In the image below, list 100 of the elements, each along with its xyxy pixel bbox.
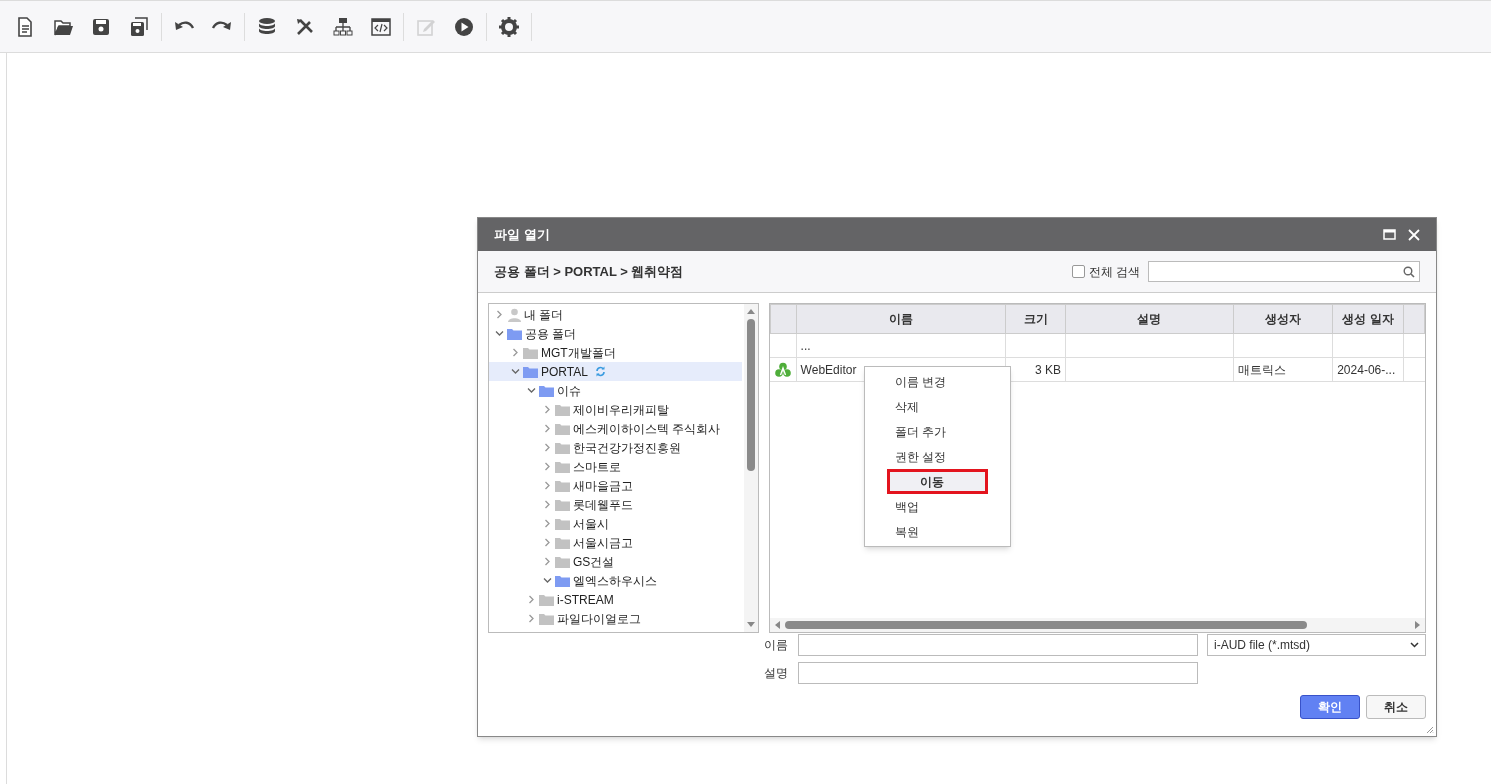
folder-icon: [555, 403, 570, 416]
tree-item-label: GS건설: [573, 553, 615, 571]
tree-item[interactable]: PORTAL: [489, 362, 742, 381]
menu-item[interactable]: 삭제: [864, 394, 1010, 419]
chevron-right-icon[interactable]: [495, 310, 504, 319]
chevron-right-icon[interactable]: [543, 443, 552, 452]
menu-item[interactable]: 복원: [864, 519, 1010, 544]
tree-item-label: 새마을금고: [573, 477, 633, 495]
refresh-icon[interactable]: [594, 366, 606, 377]
chevron-right-icon[interactable]: [527, 595, 536, 604]
search-icon[interactable]: [1403, 265, 1415, 278]
table-cell: 3 KB: [1035, 362, 1062, 377]
tree-item[interactable]: 이슈: [489, 381, 742, 400]
tree-item[interactable]: MGT개발폴더: [489, 343, 742, 362]
folder-icon: [555, 479, 570, 492]
description-field[interactable]: [798, 662, 1198, 684]
confirm-button[interactable]: 확인: [1300, 695, 1360, 719]
tree-item[interactable]: 새마을금고: [489, 476, 742, 495]
tree-item[interactable]: 서울시: [489, 514, 742, 533]
tree-item[interactable]: 파일다이얼로그: [489, 609, 742, 628]
chevron-right-icon[interactable]: [543, 481, 552, 490]
folder-icon: [539, 612, 554, 625]
column-header[interactable]: 생성 일자: [1332, 304, 1404, 334]
scrollbar-thumb[interactable]: [746, 319, 755, 471]
column-header[interactable]: 설명: [1065, 304, 1234, 334]
tree-item-label: MGT개발폴더: [541, 344, 616, 362]
menu-item[interactable]: 권한 설정: [864, 444, 1010, 469]
scroll-right-icon[interactable]: [1414, 620, 1422, 630]
chevron-right-icon[interactable]: [543, 519, 552, 528]
folder-icon: [555, 422, 570, 435]
scrollbar-thumb[interactable]: [784, 621, 1307, 629]
chevron-down-icon[interactable]: [1410, 642, 1419, 648]
folder-icon: [507, 327, 522, 340]
folder-icon: [523, 365, 538, 378]
hierarchy-icon[interactable]: [332, 15, 354, 38]
scroll-up-icon[interactable]: [745, 307, 756, 315]
tree-item-label: 엘엑스하우시스: [573, 572, 657, 590]
chevron-right-icon[interactable]: [543, 500, 552, 509]
column-header[interactable]: 크기: [1005, 304, 1066, 334]
folder-icon: [555, 574, 570, 587]
tree-item-label: 제이비우리캐피탈: [573, 401, 669, 419]
chevron-right-icon[interactable]: [511, 348, 520, 357]
tree-item[interactable]: 롯데웰푸드: [489, 495, 742, 514]
tree-item[interactable]: 공용 폴더: [489, 324, 742, 343]
table-cell: 매트릭스: [1237, 362, 1286, 377]
tree-item-label: 서울시: [573, 515, 609, 533]
tree-item[interactable]: 엘엑스하우시스: [489, 571, 742, 590]
maximize-icon[interactable]: [1383, 229, 1396, 240]
folder-icon: [555, 441, 570, 454]
tree-item-label: 서울시금고: [573, 534, 633, 552]
folder-icon: [555, 517, 570, 530]
search-field[interactable]: [1148, 261, 1420, 282]
tree-item-label: 롯데웰푸드: [573, 496, 633, 514]
horizontal-scrollbar[interactable]: [769, 618, 1425, 632]
save-all-icon[interactable]: [128, 15, 150, 38]
close-icon[interactable]: [1408, 228, 1420, 241]
cancel-button[interactable]: 취소: [1366, 695, 1426, 719]
name-label: 이름: [764, 637, 789, 654]
chevron-right-icon[interactable]: [543, 538, 552, 547]
menu-item[interactable]: 백업: [864, 494, 1010, 519]
column-header[interactable]: 생성자: [1233, 304, 1333, 334]
tree-item[interactable]: i-STREAM: [489, 590, 742, 609]
search-all-label: 전체 검색: [1088, 263, 1140, 281]
table-cell: WebEditor: [800, 362, 857, 377]
tree-item-label: i-STREAM: [557, 591, 614, 609]
chevron-right-icon[interactable]: [527, 614, 536, 623]
search-all-checkbox[interactable]: [1071, 265, 1085, 278]
description-label: 설명: [764, 665, 789, 682]
tree-item[interactable]: 스마트로: [489, 457, 742, 476]
tree-item[interactable]: GS건설: [489, 552, 742, 571]
tree-item[interactable]: 서울시금고: [489, 533, 742, 552]
file-type-select[interactable]: i-AUD file (*.mtsd): [1207, 634, 1426, 656]
tree-item[interactable]: 한국건강가정진흥원: [489, 438, 742, 457]
chevron-right-icon[interactable]: [543, 462, 552, 471]
resize-grip-icon[interactable]: [1426, 726, 1434, 734]
column-header[interactable]: 이름: [796, 304, 1006, 334]
tree-item[interactable]: 에스케이하이스텍 주식회사: [489, 419, 742, 438]
tree-item-label: 에스케이하이스텍 주식회사: [573, 420, 721, 438]
scroll-down-icon[interactable]: [745, 621, 756, 629]
folder-icon: [555, 555, 570, 568]
tree-item[interactable]: 내 폴더: [489, 305, 742, 324]
tree-item-label: 스마트로: [573, 458, 621, 476]
tree-item-label: PORTAL: [541, 363, 588, 381]
vertical-scrollbar[interactable]: [743, 304, 758, 632]
menu-item[interactable]: 이동: [886, 469, 988, 494]
settings-icon[interactable]: [498, 15, 520, 38]
menu-item[interactable]: 폴더 추가: [864, 419, 1010, 444]
menu-item[interactable]: 이름 변경: [864, 369, 1010, 394]
code-icon[interactable]: [370, 15, 392, 38]
folder-icon: [555, 498, 570, 511]
folder-icon: [523, 346, 538, 359]
breadcrumb: 공용 폴더 > PORTAL > 웹취약점: [494, 262, 684, 281]
chevron-right-icon[interactable]: [543, 405, 552, 414]
name-field[interactable]: [798, 634, 1198, 656]
play-icon[interactable]: [453, 15, 475, 38]
user-icon: [507, 307, 522, 322]
chevron-right-icon[interactable]: [543, 424, 552, 433]
chevron-right-icon[interactable]: [543, 557, 552, 566]
tree-item-label: 이슈: [557, 382, 581, 400]
tree-item[interactable]: 제이비우리캐피탈: [489, 400, 742, 419]
